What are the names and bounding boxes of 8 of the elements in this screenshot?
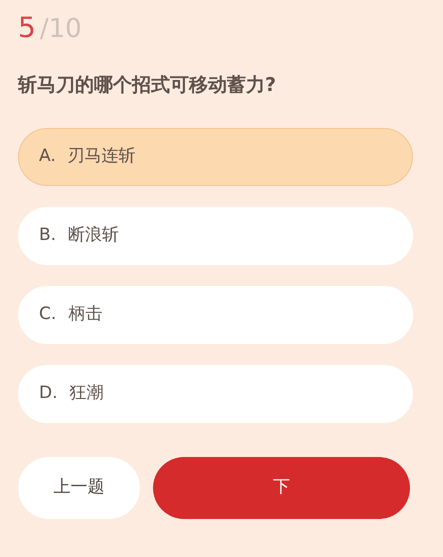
answer-option[interactable]: D. 狂潮 — [18, 364, 413, 423]
question-number: 5 — [18, 14, 36, 42]
previous-button[interactable]: 上一题 — [18, 456, 140, 519]
answer-option[interactable]: C. 柄击 — [18, 286, 413, 344]
next-button[interactable]: 下 — [153, 456, 410, 519]
question-text: 斩马刀的哪个招式可移动蓄力? — [18, 74, 278, 98]
answer-option[interactable]: A. 刃马连斩 — [18, 128, 413, 186]
answer-option[interactable]: B. 断浪斩 — [18, 206, 413, 265]
